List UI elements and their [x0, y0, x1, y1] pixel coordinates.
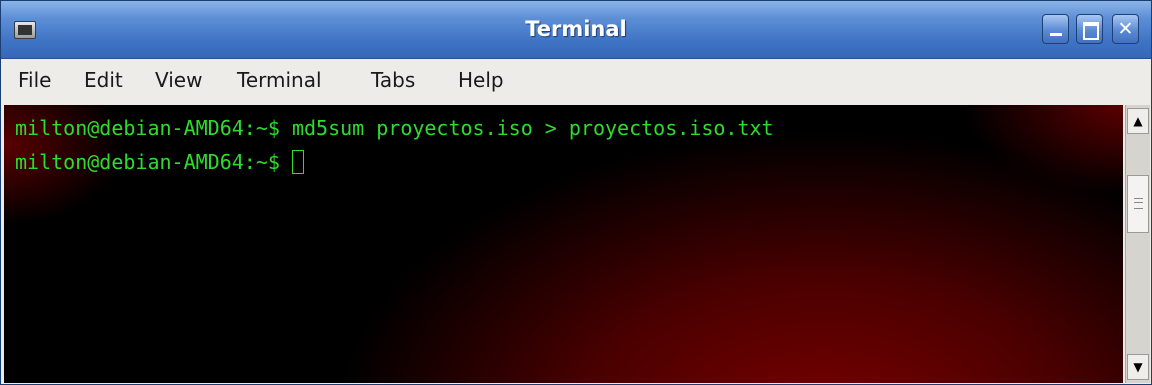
scroll-up-button[interactable]: ▲ [1127, 108, 1149, 134]
menu-bar: File Edit View Terminal Tabs Help [1, 59, 1151, 104]
minimize-icon [1050, 33, 1062, 36]
arrow-down-icon: ▼ [1133, 360, 1143, 374]
close-button[interactable]: ✕ [1112, 14, 1139, 44]
close-icon: ✕ [1117, 18, 1134, 40]
terminal-prompt: milton@debian-AMD64:~$ [15, 150, 292, 174]
arrow-up-icon: ▲ [1133, 114, 1143, 128]
grip-icon [1134, 198, 1143, 209]
terminal-line: milton@debian-AMD64:~$ [15, 150, 304, 174]
maximize-icon [1083, 22, 1099, 40]
minimize-button[interactable] [1042, 14, 1069, 44]
menu-terminal[interactable]: Terminal [237, 68, 322, 92]
menu-view[interactable]: View [155, 68, 202, 92]
maximize-button[interactable] [1076, 14, 1103, 44]
menu-file[interactable]: File [18, 68, 51, 92]
scroll-down-button[interactable]: ▼ [1127, 354, 1149, 380]
scroll-thumb[interactable] [1127, 175, 1149, 233]
vertical-scrollbar[interactable]: ▲ ▼ [1125, 105, 1150, 383]
menu-edit[interactable]: Edit [84, 68, 123, 92]
window-title: Terminal [525, 17, 627, 41]
menu-tabs[interactable]: Tabs [371, 68, 415, 92]
terminal-line: milton@debian-AMD64:~$ md5sum proyectos.… [15, 116, 774, 140]
menu-help[interactable]: Help [458, 68, 504, 92]
title-bar[interactable]: Terminal ✕ [1, 1, 1151, 59]
terminal-window: Terminal ✕ File Edit View Terminal Tabs … [0, 0, 1152, 385]
terminal-output-area[interactable]: milton@debian-AMD64:~$ md5sum proyectos.… [4, 105, 1123, 383]
terminal-line-text: milton@debian-AMD64:~$ md5sum proyectos.… [15, 116, 774, 140]
text-cursor [291, 150, 304, 174]
